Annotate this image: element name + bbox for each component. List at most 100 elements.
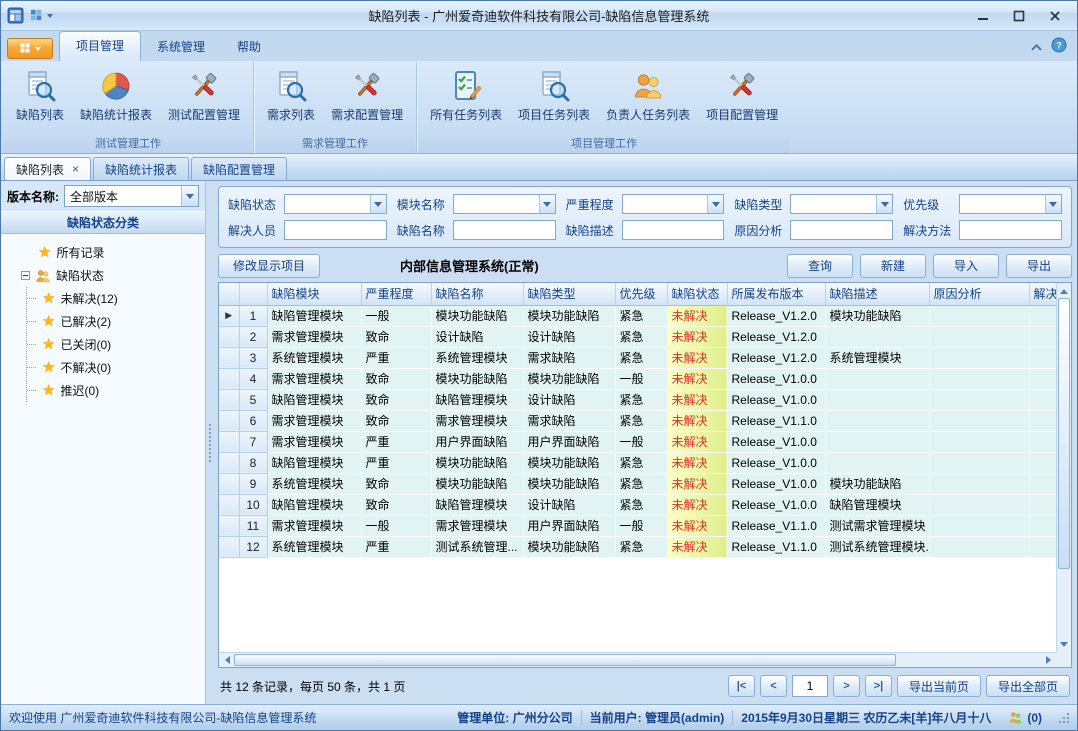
scroll-left-icon[interactable] xyxy=(219,653,234,667)
tab-project-mgmt[interactable]: 项目管理 xyxy=(59,31,141,61)
online-users-indicator[interactable]: (0) xyxy=(1008,710,1042,725)
filter-severity-input-text[interactable] xyxy=(623,195,708,213)
doc-tab-defect-config[interactable]: 缺陷配置管理 xyxy=(191,157,287,180)
doc-tab-defect-list[interactable]: 缺陷列表× xyxy=(4,157,91,180)
column-header-defect-status[interactable]: 缺陷状态 xyxy=(667,283,727,305)
filter-severity-input[interactable] xyxy=(622,194,725,214)
column-header-release-version[interactable]: 所属发布版本 xyxy=(727,283,825,305)
create-button[interactable]: 新建 xyxy=(860,254,926,278)
tab-help[interactable]: 帮助 xyxy=(221,33,277,61)
chevron-down-icon[interactable] xyxy=(876,195,892,213)
column-header-defect-module[interactable]: 缺陷模块 xyxy=(267,283,361,305)
export-current-page-button[interactable]: 导出当前页 xyxy=(897,675,981,697)
requirement-list-button[interactable]: 需求列表 xyxy=(259,65,323,136)
test-config-button[interactable]: 测试配置管理 xyxy=(160,65,248,136)
filter-defect-name-input[interactable] xyxy=(453,220,556,240)
export-button[interactable]: 导出 xyxy=(1006,254,1072,278)
chevron-down-icon[interactable] xyxy=(370,195,386,213)
filter-cause-analysis-input-text[interactable] xyxy=(791,221,892,239)
column-header-defect-name[interactable]: 缺陷名称 xyxy=(431,283,523,305)
chevron-down-icon[interactable] xyxy=(1045,195,1061,213)
horizontal-scroll-thumb[interactable] xyxy=(234,654,896,666)
collapse-ribbon-icon[interactable] xyxy=(1031,40,1042,54)
last-page-button[interactable]: >| xyxy=(865,675,892,697)
chevron-down-icon[interactable] xyxy=(181,186,198,206)
tab-system-mgmt[interactable]: 系统管理 xyxy=(141,33,221,61)
table-row[interactable]: 2需求管理模块致命设计缺陷设计缺陷紧急未解决Release_V1.2.0 xyxy=(219,326,1056,347)
table-row[interactable]: 12系统管理模块严重测试系统管理...模块功能缺陷紧急未解决Release_V1… xyxy=(219,536,1056,557)
all-tasks-button[interactable]: 所有任务列表 xyxy=(422,65,510,136)
scroll-down-icon[interactable] xyxy=(1057,637,1071,652)
scroll-right-icon[interactable] xyxy=(1041,653,1056,667)
app-menu-button[interactable] xyxy=(7,38,53,59)
customize-quick-access-icon[interactable] xyxy=(30,8,53,23)
table-row[interactable]: ▶1缺陷管理模块一般模块功能缺陷模块功能缺陷紧急未解决Release_V1.2.… xyxy=(219,305,1056,326)
table-row[interactable]: 7需求管理模块严重用户界面缺陷用户界面缺陷一般未解决Release_V1.0.0 xyxy=(219,431,1056,452)
requirement-config-button[interactable]: 需求配置管理 xyxy=(323,65,411,136)
filter-solution-input[interactable] xyxy=(959,220,1062,240)
tree-item-defect-status[interactable]: 缺陷状态 xyxy=(21,264,203,287)
filter-module-name-input[interactable] xyxy=(453,194,556,214)
search-button[interactable]: 查询 xyxy=(787,254,853,278)
chevron-down-icon[interactable] xyxy=(707,195,723,213)
column-header-defect-type[interactable]: 缺陷类型 xyxy=(523,283,615,305)
table-row[interactable]: 11需求管理模块一般需求管理模块用户界面缺陷一般未解决Release_V1.1.… xyxy=(219,515,1056,536)
filter-defect-desc-input[interactable] xyxy=(622,220,725,240)
app-icon[interactable] xyxy=(7,7,24,24)
close-tab-icon[interactable]: × xyxy=(72,163,79,175)
column-header-cause-analysis[interactable]: 原因分析 xyxy=(929,283,1029,305)
column-header-priority[interactable]: 优先级 xyxy=(615,283,667,305)
export-all-pages-button[interactable]: 导出全部页 xyxy=(986,675,1070,697)
page-number-input[interactable] xyxy=(792,675,828,697)
table-row[interactable]: 8缺陷管理模块严重模块功能缺陷模块功能缺陷紧急未解决Release_V1.0.0 xyxy=(219,452,1056,473)
filter-resolver-input[interactable] xyxy=(284,220,387,240)
horizontal-scrollbar[interactable] xyxy=(219,652,1056,667)
column-header-defect-desc[interactable]: 缺陷描述 xyxy=(825,283,929,305)
vertical-scroll-thumb[interactable] xyxy=(1058,298,1070,569)
filter-defect-desc-input-text[interactable] xyxy=(623,221,724,239)
help-icon[interactable]: ? xyxy=(1051,37,1067,56)
next-page-button[interactable]: > xyxy=(833,675,860,697)
tree-item-postponed[interactable]: ★推迟(0) xyxy=(27,379,203,402)
defect-list-button[interactable]: 缺陷列表 xyxy=(8,65,72,136)
filter-defect-name-input-text[interactable] xyxy=(454,221,555,239)
filter-priority-input-text[interactable] xyxy=(960,195,1045,213)
filter-module-name-input-text[interactable] xyxy=(454,195,539,213)
filter-defect-status-input[interactable] xyxy=(284,194,387,214)
scroll-up-icon[interactable] xyxy=(1057,283,1071,298)
chevron-down-icon[interactable] xyxy=(539,195,555,213)
column-header-solution[interactable]: 解决方法 xyxy=(1029,283,1056,305)
tree-item-closed[interactable]: ★已关闭(0) xyxy=(27,333,203,356)
vertical-scrollbar[interactable] xyxy=(1056,283,1071,652)
filter-cause-analysis-input[interactable] xyxy=(790,220,893,240)
resize-grip[interactable] xyxy=(1059,713,1069,723)
prev-page-button[interactable]: < xyxy=(760,675,787,697)
filter-solution-input-text[interactable] xyxy=(960,221,1061,239)
collapse-expander-icon[interactable] xyxy=(21,271,30,280)
table-row[interactable]: 6需求管理模块致命需求管理模块需求缺陷紧急未解决Release_V1.1.0 xyxy=(219,410,1056,431)
tree-item-unresolved[interactable]: ★未解决(12) xyxy=(27,287,203,310)
maximize-button[interactable] xyxy=(1003,5,1035,27)
tree-item-all-records[interactable]: ★所有记录 xyxy=(21,241,203,264)
project-tasks-button[interactable]: 项目任务列表 xyxy=(510,65,598,136)
table-row[interactable]: 9系统管理模块致命模块功能缺陷模块功能缺陷紧急未解决Release_V1.0.0… xyxy=(219,473,1056,494)
filter-priority-input[interactable] xyxy=(959,194,1062,214)
first-page-button[interactable]: |< xyxy=(728,675,755,697)
defect-report-button[interactable]: 缺陷统计报表 xyxy=(72,65,160,136)
project-config-button[interactable]: 项目配置管理 xyxy=(698,65,786,136)
tree-item-resolved[interactable]: ★已解决(2) xyxy=(27,310,203,333)
version-select[interactable]: 全部版本 xyxy=(64,185,199,207)
filter-resolver-input-text[interactable] xyxy=(285,221,386,239)
table-row[interactable]: 5缺陷管理模块致命缺陷管理模块设计缺陷紧急未解决Release_V1.0.0 xyxy=(219,389,1056,410)
column-header-severity[interactable]: 严重程度 xyxy=(361,283,431,305)
doc-tab-defect-report[interactable]: 缺陷统计报表 xyxy=(93,157,189,180)
table-row[interactable]: 3系统管理模块严重系统管理模块需求缺陷紧急未解决Release_V1.2.0系统… xyxy=(219,347,1056,368)
table-row[interactable]: 10缺陷管理模块致命缺陷管理模块设计缺陷紧急未解决Release_V1.0.0缺… xyxy=(219,494,1056,515)
close-button[interactable] xyxy=(1039,5,1071,27)
modify-columns-button[interactable]: 修改显示项目 xyxy=(218,254,320,278)
minimize-button[interactable] xyxy=(967,5,999,27)
tree-item-wont-resolve[interactable]: ★不解决(0) xyxy=(27,356,203,379)
filter-defect-type-input-text[interactable] xyxy=(791,195,876,213)
import-button[interactable]: 导入 xyxy=(933,254,999,278)
table-row[interactable]: 4需求管理模块致命模块功能缺陷模块功能缺陷一般未解决Release_V1.0.0 xyxy=(219,368,1056,389)
